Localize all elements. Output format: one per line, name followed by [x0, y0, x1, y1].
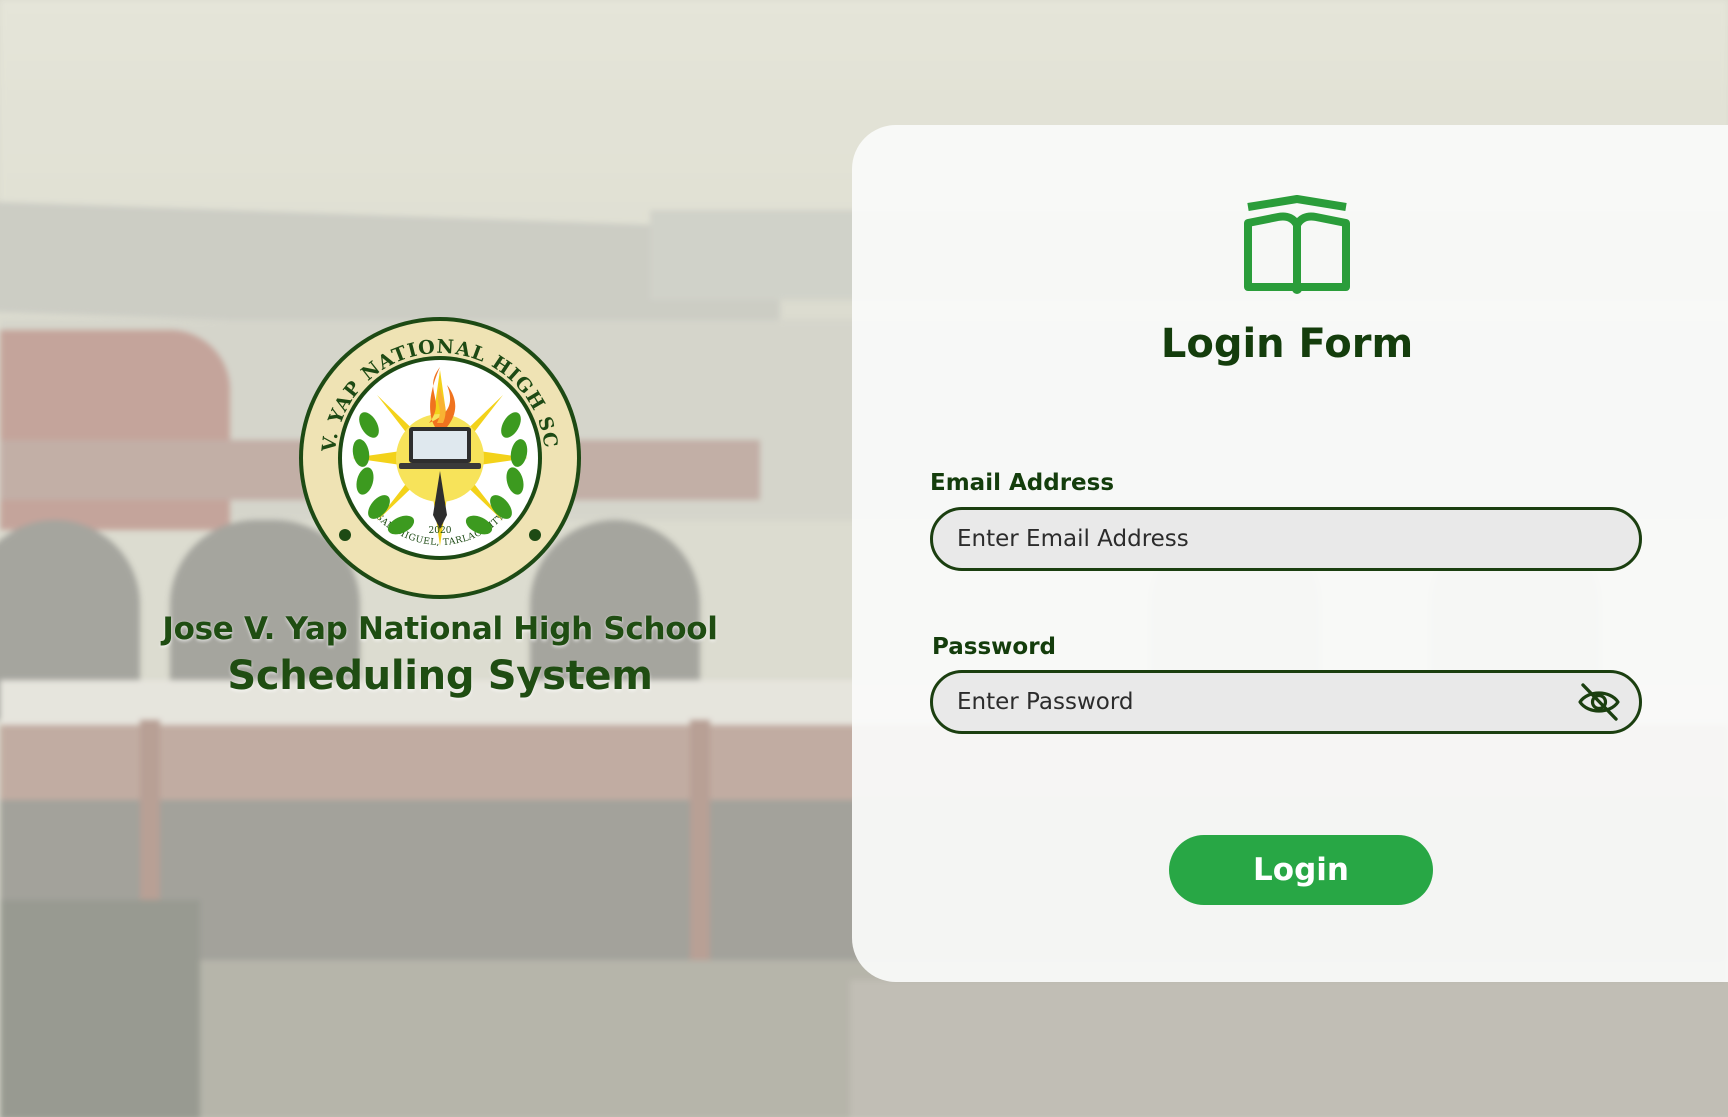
form-title: Login Form [1160, 321, 1414, 367]
password-input[interactable] [933, 673, 1569, 731]
password-field-wrapper [930, 670, 1642, 734]
email-label: Email Address [930, 470, 1115, 496]
eye-slash-icon [1578, 683, 1620, 721]
login-panel: Login Form Email Address Password Login [852, 125, 1728, 982]
school-name: Jose V. Yap National High School [162, 611, 718, 647]
school-seal-logo: JOSE V. YAP NATIONAL HIGH SCHOOL SAN MIG… [297, 315, 581, 599]
email-field-wrapper [930, 507, 1642, 571]
password-label: Password [932, 634, 1056, 660]
email-input[interactable] [933, 510, 1639, 568]
svg-text:2020: 2020 [429, 526, 452, 536]
open-book-icon [1244, 195, 1350, 294]
login-page: JOSE V. YAP NATIONAL HIGH SCHOOL SAN MIG… [0, 0, 1728, 1117]
branding: JOSE V. YAP NATIONAL HIGH SCHOOL SAN MIG… [130, 315, 750, 699]
system-name: Scheduling System [227, 653, 653, 699]
show-password-toggle[interactable] [1569, 673, 1629, 731]
login-button[interactable]: Login [1169, 835, 1433, 905]
